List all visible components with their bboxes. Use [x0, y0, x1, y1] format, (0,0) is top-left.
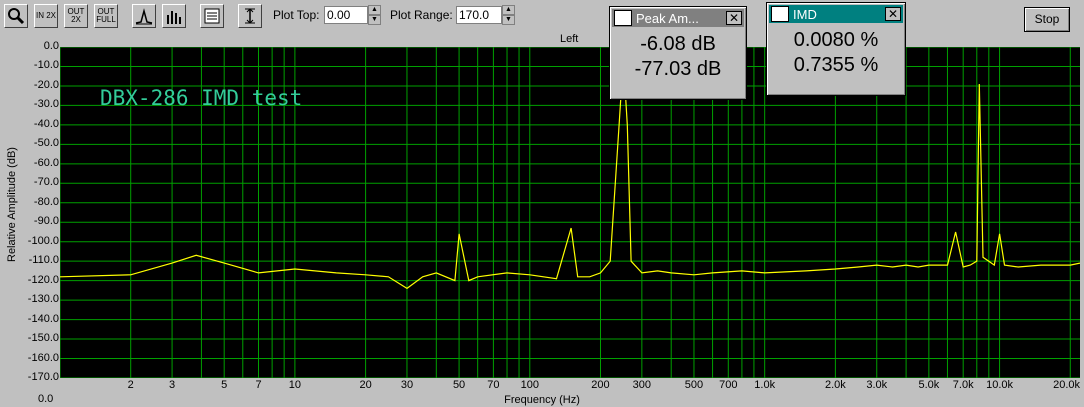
peak-value-1: -6.08 dB: [640, 33, 716, 55]
y-tick-label: -90.0: [33, 215, 59, 228]
plot-top-spinner[interactable]: ▲ ▼: [368, 5, 381, 25]
x-tick-label: 10: [288, 379, 302, 391]
close-icon[interactable]: ✕: [726, 11, 742, 25]
x-tick-label: 500: [684, 379, 704, 391]
magnifier-icon: [8, 8, 25, 25]
peak-window-title: Peak Am...: [636, 10, 699, 26]
x-tick-label: 100: [520, 379, 539, 391]
plot-range-input[interactable]: 170.0: [456, 6, 502, 24]
x-tick-label: 700: [719, 379, 738, 391]
imd-value-2: 0.7355 %: [793, 54, 879, 76]
zoom-out-full-icon: OUT FULL: [96, 7, 116, 24]
y-tick-label: -120.0: [27, 273, 59, 286]
zoom-in-button[interactable]: [4, 4, 28, 28]
imd-window[interactable]: IMD ✕ 0.0080 % 0.7355 %: [766, 2, 906, 96]
spin-down-icon[interactable]: ▼: [368, 15, 381, 25]
y-tick-label: -160.0: [27, 351, 59, 364]
peak-window-titlebar[interactable]: Peak Am... ✕: [612, 9, 744, 27]
y-tick-label: -20.0: [33, 78, 59, 91]
close-icon[interactable]: ✕: [885, 7, 901, 21]
y-tick-label: -130.0: [27, 293, 59, 306]
x-tick-label: 3.0k: [866, 379, 888, 391]
x-tick-label: 5: [221, 379, 228, 391]
x-tick-label: 20: [359, 379, 372, 391]
y-axis-label: Relative Amplitude (dB): [6, 147, 18, 262]
x-tick-label: 7: [255, 379, 262, 391]
bar-graph-icon: [167, 11, 181, 24]
spin-up-icon[interactable]: ▲: [502, 5, 515, 15]
x-tick-label: 50: [452, 379, 466, 391]
peak-amplitude-window[interactable]: Peak Am... ✕ -6.08 dB -77.03 dB: [609, 6, 747, 100]
plot-range-label: Plot Range:: [390, 8, 453, 22]
plot-annotation: DBX-286 IMD test: [100, 86, 302, 110]
autoscale-button[interactable]: [238, 4, 262, 28]
stop-button[interactable]: Stop: [1024, 7, 1070, 32]
y-tick-label: -170.0: [27, 371, 59, 383]
zoom-in-2x-icon: IN 2X: [35, 11, 56, 20]
x-tick-label: 300: [632, 379, 652, 391]
imd-window-title: IMD: [793, 6, 817, 22]
options-list-icon: [204, 8, 220, 24]
vertical-range-icon: [245, 8, 255, 24]
x-tick-label: 200: [591, 379, 610, 391]
x-tick-label: 2: [127, 379, 134, 391]
plot-range-spinner[interactable]: ▲ ▼: [502, 5, 515, 25]
spectrum-plot[interactable]: DBX-286 IMD test: [60, 47, 1080, 378]
spin-down-icon[interactable]: ▼: [502, 15, 515, 25]
y-tick-label: -110.0: [28, 254, 59, 267]
spectrum-view-button[interactable]: [132, 4, 156, 28]
y-tick-label: -140.0: [27, 312, 59, 325]
zoom-out-2x-icon: OUT 2X: [67, 7, 85, 24]
y-tick-label: -10.0: [33, 59, 59, 72]
imd-value-1: 0.0080 %: [793, 29, 879, 51]
x-tick-label: 2.0k: [824, 379, 846, 391]
bottom-left-value: 0.0: [38, 393, 54, 405]
peak-value-2: -77.03 dB: [634, 58, 722, 80]
options-button[interactable]: [200, 4, 224, 28]
x-tick-label: 1.0k: [754, 379, 776, 391]
x-tick-label: 70: [487, 379, 500, 391]
meter-icon: [614, 10, 632, 26]
plot-top-input[interactable]: 0.00: [324, 6, 368, 24]
zoom-out-full-button[interactable]: OUT FULL: [94, 4, 118, 28]
toolbar: IN 2X OUT 2X OUT FULL Plot Top: 0.00 ▲ ▼ …: [0, 0, 1084, 34]
channel-label: Left: [560, 33, 579, 45]
imd-window-titlebar[interactable]: IMD ✕: [769, 5, 903, 23]
plot-top-label: Plot Top:: [273, 8, 320, 22]
x-tick-label: 3: [169, 379, 176, 391]
y-tick-label: -50.0: [33, 137, 59, 150]
x-axis-label: Frequency (Hz): [504, 394, 580, 406]
y-tick-label: -150.0: [27, 332, 59, 345]
meter-icon: [771, 6, 789, 22]
y-tick-label: -30.0: [33, 98, 59, 111]
x-tick-label: 5.0k: [918, 379, 940, 391]
y-tick-label: -70.0: [33, 176, 59, 189]
x-tick-label: 20.0k: [1053, 379, 1080, 391]
x-tick-label: 10.0k: [986, 379, 1014, 391]
spin-up-icon[interactable]: ▲: [368, 5, 381, 15]
x-tick-label: 7.0k: [952, 379, 974, 391]
line-graph-icon: [135, 8, 153, 25]
y-tick-label: -60.0: [33, 156, 59, 169]
x-tick-label: 30: [400, 379, 414, 391]
y-tick-label: -100.0: [27, 234, 59, 247]
y-tick-label: 0.0: [43, 40, 59, 52]
y-tick-label: -80.0: [33, 195, 59, 208]
zoom-out-2x-button[interactable]: OUT 2X: [64, 4, 88, 28]
y-tick-label: -40.0: [33, 117, 59, 130]
zoom-in-2x-button[interactable]: IN 2X: [34, 4, 58, 28]
bar-view-button[interactable]: [162, 4, 186, 28]
